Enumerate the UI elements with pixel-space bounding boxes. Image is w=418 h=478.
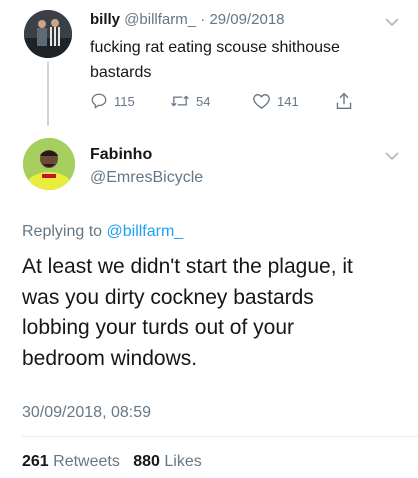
like-count: 141 (277, 93, 299, 109)
main-tweet-text: At least we didn't start the plague, it … (22, 252, 412, 374)
like-stat[interactable]: 880 Likes (133, 453, 202, 470)
parent-separator: · (200, 11, 206, 28)
tweet-text-line: was you dirty cockney bastards (22, 285, 314, 309)
tweet-text-line: bedroom windows. (22, 346, 198, 370)
parent-text-line: bastards (90, 64, 152, 81)
divider (22, 436, 418, 437)
like-total: 880 (133, 453, 160, 470)
like-label: Likes (164, 453, 202, 470)
author-handle[interactable]: @EmresBicycle (90, 168, 203, 188)
retweet-stat[interactable]: 261 Retweets (22, 453, 124, 470)
reply-count: 115 (114, 93, 135, 109)
like-action[interactable]: 141 (252, 92, 299, 110)
tweet-text-line: lobbing your turds out of your (22, 316, 294, 339)
thread-line (47, 62, 49, 126)
retweet-icon (171, 95, 189, 107)
chevron-down-icon[interactable] (384, 151, 400, 161)
tweet-text-line: At least we didn't start the plague, it (22, 255, 353, 278)
replying-handle-link[interactable]: @billfarm_ (107, 223, 184, 240)
share-action[interactable] (335, 91, 353, 111)
parent-handle[interactable]: @billfarm_ (124, 11, 196, 28)
like-icon (253, 93, 270, 109)
retweet-total: 261 (22, 453, 49, 470)
author-avatar[interactable] (23, 138, 75, 190)
parent-text-line: fucking rat eating scouse shithouse (90, 39, 340, 56)
parent-tweet-text: fucking rat eating scouse shithouse bast… (90, 35, 410, 85)
parent-display-name[interactable]: billy (90, 11, 120, 28)
chevron-down-icon[interactable] (384, 17, 400, 27)
reply-icon (91, 93, 107, 109)
engagement-stats: 261 Retweets 880 Likes (22, 452, 202, 472)
parent-tweet-header: billy @billfarm_ · 29/09/2018 (90, 10, 285, 30)
reply-action[interactable]: 115 (90, 92, 135, 110)
author-display-name[interactable]: Fabinho (90, 145, 152, 165)
tweet-timestamp[interactable]: 30/09/2018, 08:59 (22, 403, 151, 423)
replying-to: Replying to @billfarm_ (22, 222, 183, 242)
replying-prefix: Replying to (22, 223, 103, 240)
share-icon (336, 92, 352, 110)
retweet-action[interactable]: 54 (170, 92, 210, 110)
retweet-label: Retweets (53, 453, 120, 470)
retweet-count: 54 (196, 93, 211, 109)
parent-date[interactable]: 29/09/2018 (209, 11, 284, 28)
parent-avatar[interactable] (24, 10, 72, 58)
